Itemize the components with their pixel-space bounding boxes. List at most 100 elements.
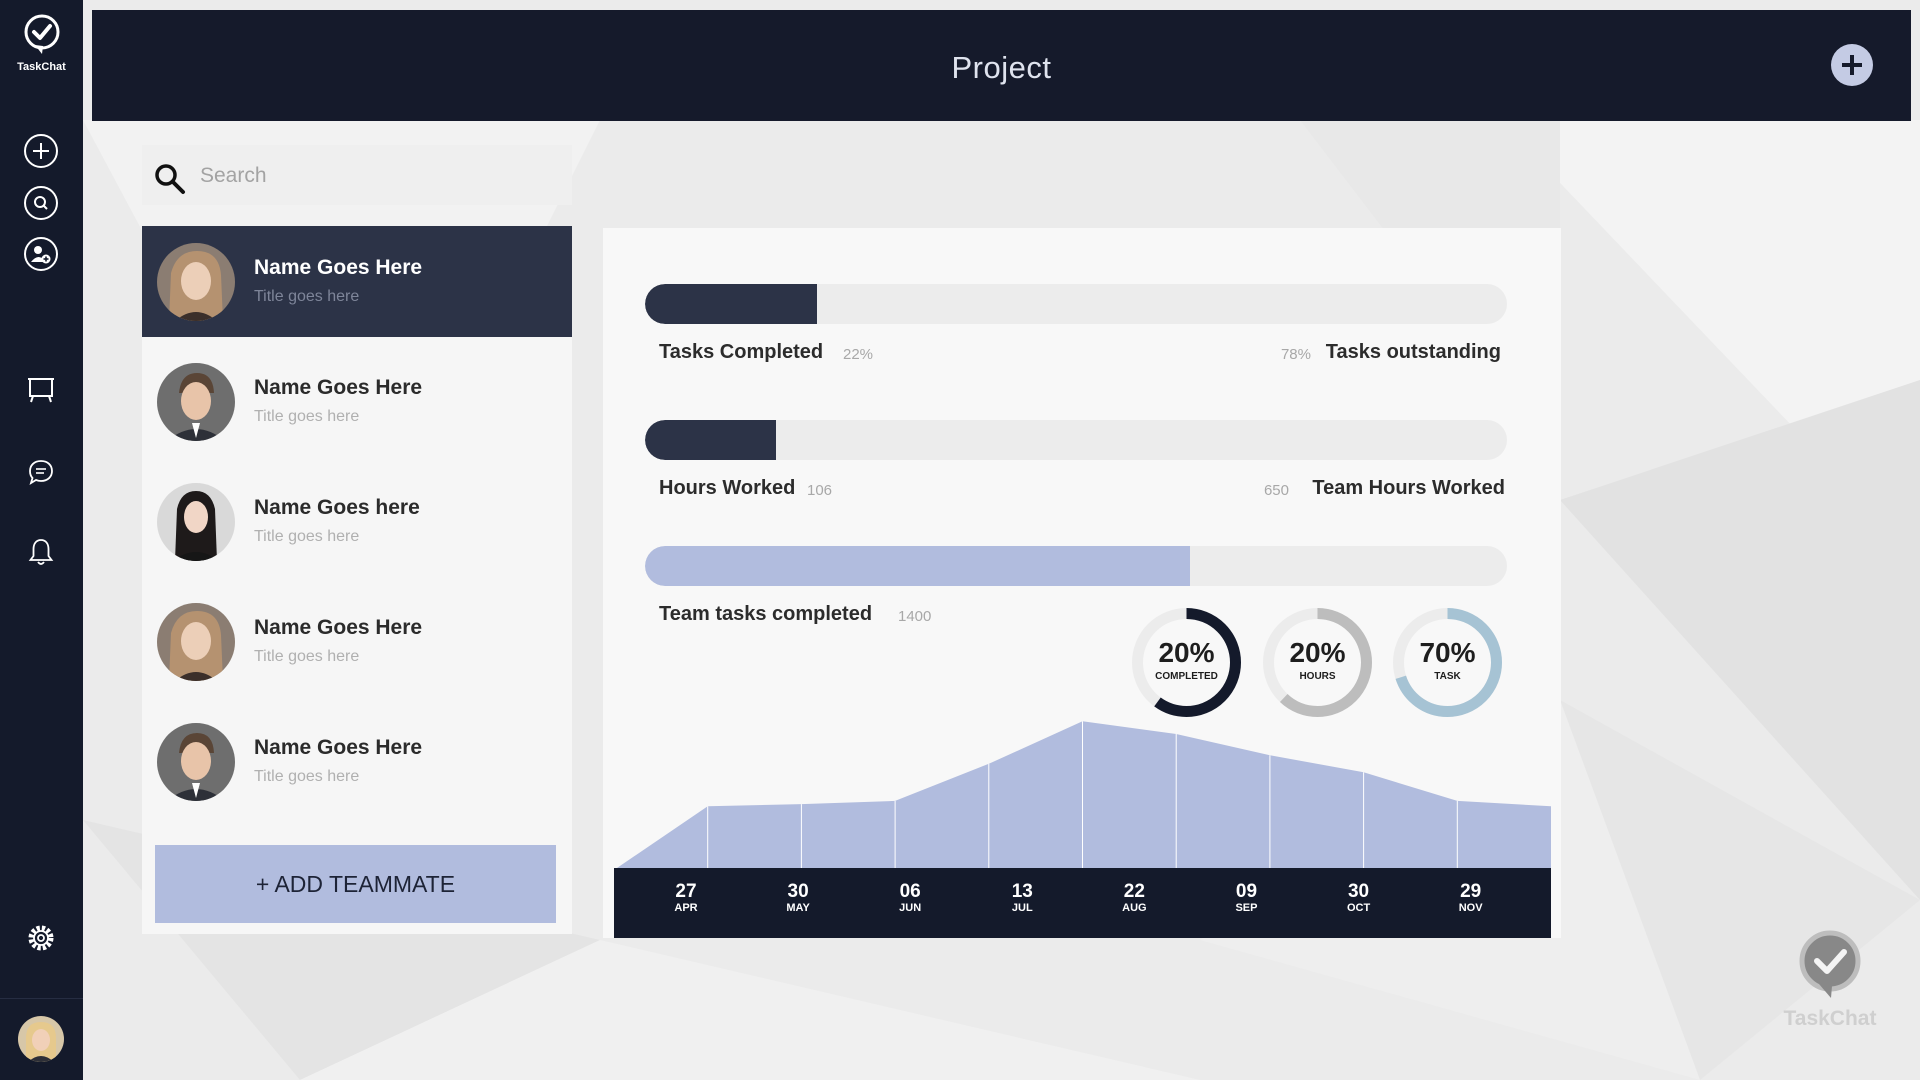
hours-progress-bar <box>645 420 1507 460</box>
top-header: Project <box>92 10 1911 121</box>
donut-label: TASK <box>1434 671 1461 682</box>
create-project-button[interactable] <box>1831 44 1873 86</box>
member-photo <box>157 363 235 441</box>
team-member-row[interactable]: Name Goes Here Title goes here <box>142 226 572 337</box>
page-title: Project <box>951 50 1052 85</box>
current-user-avatar[interactable] <box>18 1016 64 1062</box>
tasks-completed-label: Tasks Completed <box>659 341 824 363</box>
tasks-progress-bar <box>645 284 1507 324</box>
tasks-completed-value: 22% <box>843 346 874 363</box>
sidebar-chat-button[interactable] <box>23 454 59 490</box>
member-avatar <box>157 723 235 801</box>
member-avatar <box>157 603 235 681</box>
x-tick-label: 27 APR <box>656 882 716 915</box>
member-photo <box>157 603 235 681</box>
taskchat-logo-icon <box>24 14 59 54</box>
sidebar-add-user-button[interactable] <box>23 236 59 272</box>
member-avatar <box>157 243 235 321</box>
tasks-outstanding-label: Tasks outstanding <box>1325 341 1501 363</box>
activity-area-chart <box>614 721 1551 870</box>
team-hours-value: 650 <box>1263 482 1289 499</box>
search-box <box>142 145 572 205</box>
donut-percent: 20% <box>1158 637 1215 668</box>
team-hours-label: Team Hours Worked <box>1312 477 1505 499</box>
sidebar-settings-button[interactable] <box>23 920 59 956</box>
team-tasks-value: 1400 <box>898 608 932 625</box>
x-tick-day: 27 <box>675 881 697 902</box>
member-avatar <box>157 483 235 561</box>
team-tasks-progress-bar <box>645 546 1507 586</box>
hours-worked-label: Hours Worked <box>659 477 796 499</box>
member-photo <box>157 723 235 801</box>
watermark-text: TaskChat <box>1783 1007 1877 1030</box>
x-tick-month: MAY <box>786 902 810 914</box>
member-title: Title goes here <box>254 768 360 785</box>
x-tick-month: JUL <box>1011 902 1033 914</box>
bell-icon <box>28 539 54 565</box>
member-name: Name Goes Here <box>254 376 423 399</box>
search-icon <box>155 164 185 194</box>
sidebar-add-button[interactable] <box>23 133 59 169</box>
donut-percent: 70% <box>1419 637 1476 668</box>
team-member-row[interactable]: Name Goes Here Title goes here <box>142 706 572 817</box>
taskchat-watermark: TaskChat <box>1770 930 1890 1031</box>
sidebar-notifications-button[interactable] <box>23 534 59 570</box>
chart-x-axis: 27 APR 30 MAY 06 JUN 13 JUL 22 AUG 09 SEP 30 OCT 29 NOV <box>614 868 1551 938</box>
search-input[interactable] <box>198 155 562 197</box>
team-member-row[interactable]: Name Goes Here Title goes here <box>142 586 572 697</box>
member-name: Name Goes Here <box>254 616 423 639</box>
member-avatar <box>157 363 235 441</box>
x-tick-month: NOV <box>1458 902 1483 914</box>
sidebar-board-button[interactable] <box>23 372 59 408</box>
app-logo[interactable]: TaskChat <box>0 14 83 73</box>
x-tick-month: JUN <box>899 902 922 914</box>
member-name: Name Goes Here <box>254 736 423 759</box>
x-tick-day: 13 <box>1011 881 1033 902</box>
tasks-progress-fill <box>645 284 818 324</box>
x-tick-label: 30 OCT <box>1329 882 1389 915</box>
x-tick-day: 06 <box>899 881 921 902</box>
hours-worked-value: 106 <box>807 482 833 499</box>
team-tasks-label: Team tasks completed <box>659 603 873 625</box>
team-member-row[interactable]: Name Goes here Title goes here <box>142 466 572 577</box>
gear-icon <box>28 925 54 951</box>
team-tasks-progress-fill <box>645 546 1190 586</box>
x-tick-month: OCT <box>1346 902 1371 914</box>
x-tick-month: AUG <box>1122 902 1147 914</box>
sidebar-search-button[interactable] <box>23 185 59 221</box>
x-tick-month: APR <box>674 902 698 914</box>
donut-label: HOURS <box>1299 671 1336 682</box>
plus-icon <box>1842 55 1862 75</box>
app-name: TaskChat <box>17 61 66 73</box>
hours-progress-fill <box>645 420 777 460</box>
search-icon <box>24 186 58 220</box>
x-tick-label: 13 JUL <box>992 882 1052 915</box>
member-title: Title goes here <box>254 648 360 665</box>
member-title: Title goes here <box>254 408 360 425</box>
project-stats-card: Tasks Completed 22% 78% Tasks outstandin… <box>603 228 1561 938</box>
team-list: Name Goes Here Title goes here Name Goes… <box>142 226 572 934</box>
x-tick-label: 30 MAY <box>768 882 828 915</box>
sidebar: TaskChat <box>0 0 83 1080</box>
add-icon <box>24 134 58 168</box>
x-tick-label: 22 AUG <box>1104 882 1164 915</box>
member-title: Title goes here <box>254 528 360 545</box>
add-teammate-button[interactable]: + ADD TEAMMATE <box>155 845 556 923</box>
team-member-row[interactable]: Name Goes Here Title goes here <box>142 346 572 457</box>
member-photo <box>157 243 235 321</box>
tasks-outstanding-value: 78% <box>1280 346 1311 363</box>
taskchat-logo-icon <box>1799 930 1861 998</box>
x-tick-day: 30 <box>1347 881 1370 902</box>
chat-icon <box>29 460 53 485</box>
user-photo <box>18 1016 64 1062</box>
x-tick-label: 06 JUN <box>880 882 940 915</box>
add-user-icon <box>24 237 58 271</box>
member-name: Name Goes here <box>254 496 420 519</box>
x-tick-label: 29 NOV <box>1441 882 1501 915</box>
x-tick-day: 22 <box>1123 881 1145 902</box>
member-title: Title goes here <box>254 288 360 305</box>
x-tick-month: SEP <box>1235 902 1258 914</box>
sidebar-divider <box>0 998 83 999</box>
member-name: Name Goes Here <box>254 256 423 279</box>
x-tick-label: 09 SEP <box>1216 882 1276 915</box>
